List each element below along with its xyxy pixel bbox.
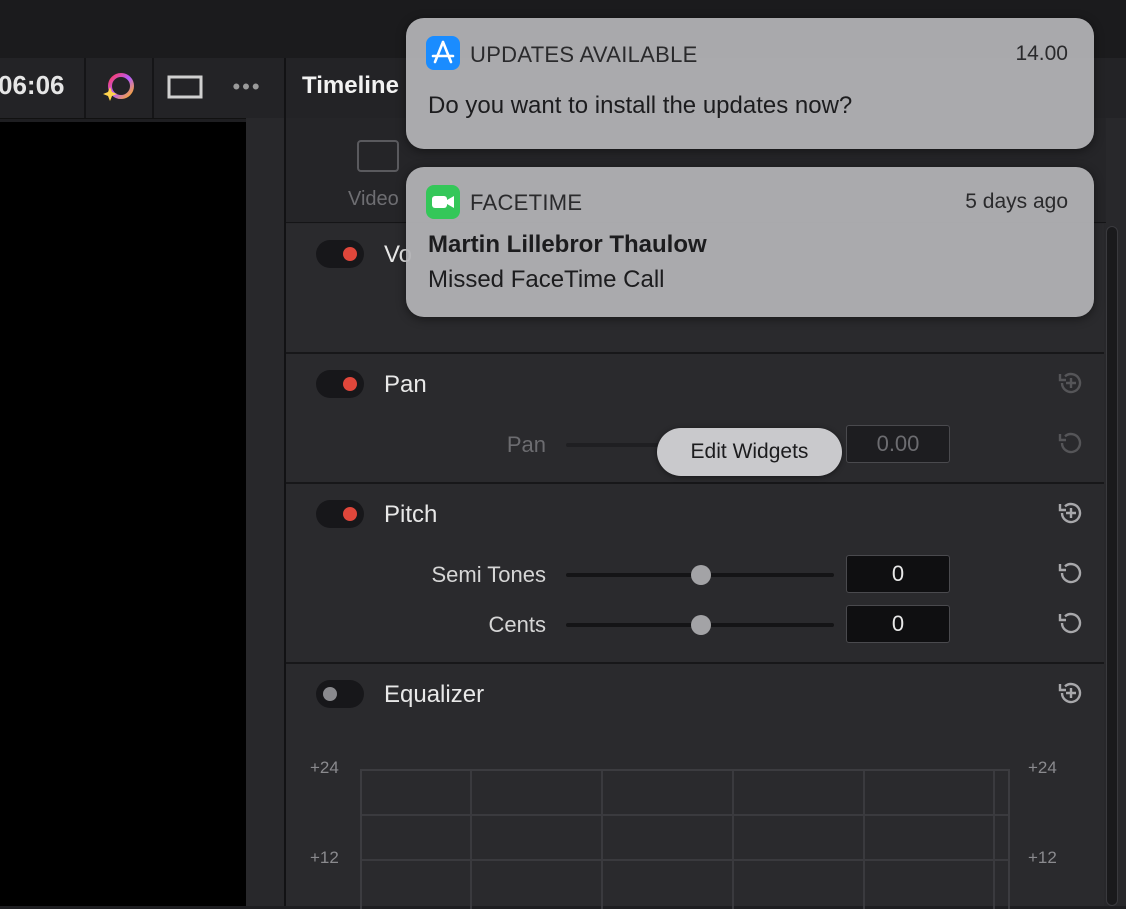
semi-tones-label: Semi Tones <box>431 562 546 587</box>
equalizer-graph[interactable] <box>360 769 1010 909</box>
pitch-toggle[interactable] <box>316 500 364 528</box>
facetime-icon <box>426 185 460 219</box>
pan-value-field[interactable]: 0.00 <box>846 425 950 463</box>
semi-tones-slider-knob[interactable] <box>691 565 711 585</box>
eq-scale-label-left: +24 <box>310 758 339 777</box>
toggle-knob <box>343 247 357 261</box>
toolbar-divider <box>152 58 154 118</box>
pan-toggle[interactable] <box>316 370 364 398</box>
notification-time: 14.00 <box>1015 42 1068 65</box>
eq-scale-label-left: +12 <box>310 848 339 867</box>
notification-app-name: FACETIME <box>470 190 583 215</box>
equalizer-toggle[interactable] <box>316 680 364 708</box>
pitch-title: Pitch <box>384 501 438 528</box>
cents-label: Cents <box>488 612 546 637</box>
more-options-icon[interactable]: ••• <box>224 64 270 110</box>
notification-title: Martin Lillebror Thaulow <box>428 231 707 258</box>
notification-facetime[interactable]: FACETIME 5 days ago Martin Lillebror Tha… <box>406 167 1094 317</box>
volume-toggle[interactable] <box>316 240 364 268</box>
toggle-knob <box>343 507 357 521</box>
notification-body: Missed FaceTime Call <box>428 266 665 293</box>
color-wheel-sparkle-icon[interactable] <box>96 64 142 110</box>
viewer-mode-icon[interactable] <box>162 64 208 110</box>
video-viewer[interactable] <box>0 122 246 906</box>
grid-line <box>470 771 472 909</box>
film-strip-icon[interactable] <box>357 140 399 172</box>
toggle-knob <box>343 377 357 391</box>
grid-line <box>601 771 603 909</box>
grid-line <box>863 771 865 909</box>
notification-time: 5 days ago <box>965 190 1068 213</box>
app-store-icon <box>426 36 460 70</box>
semi-tones-value-field[interactable]: 0 <box>846 555 950 593</box>
reset-icon[interactable] <box>1056 558 1086 588</box>
eq-scale-label-right: +12 <box>1028 848 1057 867</box>
grid-line <box>993 771 995 909</box>
tab-video[interactable]: Video <box>348 188 399 211</box>
reset-icon[interactable] <box>1056 428 1086 458</box>
notification-app-name: UPDATES AVAILABLE <box>470 42 698 67</box>
equalizer-title: Equalizer <box>384 681 485 708</box>
grid-line <box>362 814 1008 816</box>
inspector-scrollbar[interactable] <box>1106 226 1118 906</box>
pan-label: Pan <box>506 432 546 457</box>
add-keyframe-icon[interactable] <box>1056 678 1086 708</box>
notification-updates[interactable]: UPDATES AVAILABLE 14.00 Do you want to i… <box>406 18 1094 149</box>
viewer-margin <box>246 118 284 906</box>
reset-icon[interactable] <box>1056 608 1086 638</box>
toolbar-divider <box>84 58 86 118</box>
cents-value-field[interactable]: 0 <box>846 605 950 643</box>
toggle-knob <box>323 687 337 701</box>
timecode-display: 06:06 <box>0 70 65 100</box>
notification-body: Do you want to install the updates now? <box>428 92 853 119</box>
add-keyframe-icon[interactable] <box>1056 368 1086 398</box>
grid-line <box>732 771 734 909</box>
pan-title: Pan <box>384 371 427 398</box>
panel-title: Timeline <box>302 72 399 99</box>
grid-line <box>362 859 1008 861</box>
eq-scale-label-right: +24 <box>1028 758 1057 777</box>
cents-slider-knob[interactable] <box>691 615 711 635</box>
add-keyframe-icon[interactable] <box>1056 498 1086 528</box>
edit-widgets-button[interactable]: Edit Widgets <box>657 428 842 476</box>
